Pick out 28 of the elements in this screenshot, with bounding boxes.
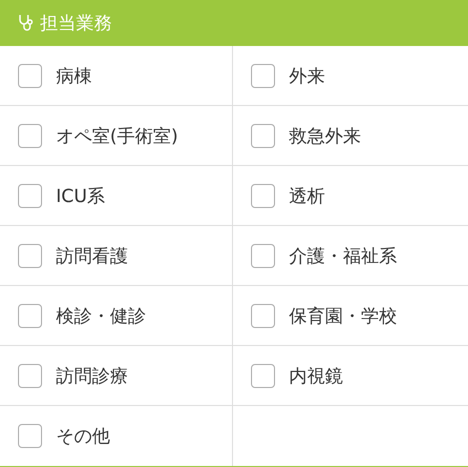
checkbox[interactable]	[251, 244, 275, 268]
checkbox[interactable]	[251, 124, 275, 148]
option-label[interactable]: オペ室(手術室)	[56, 124, 178, 148]
option-label[interactable]: 救急外来	[289, 124, 361, 148]
checkbox[interactable]	[18, 184, 42, 208]
checkbox[interactable]	[18, 304, 42, 328]
option-label[interactable]: 外来	[289, 64, 325, 88]
checkbox[interactable]	[18, 364, 42, 388]
checkbox[interactable]	[251, 184, 275, 208]
checkbox[interactable]	[18, 124, 42, 148]
panel-title: 担当業務	[40, 12, 112, 35]
checkbox[interactable]	[251, 364, 275, 388]
checkbox[interactable]	[18, 424, 42, 448]
checkbox[interactable]	[18, 64, 42, 88]
option-label[interactable]: 訪問診療	[56, 364, 128, 388]
option-label[interactable]: 保育園・学校	[289, 304, 397, 328]
option-label[interactable]: 訪問看護	[56, 244, 128, 268]
checkbox[interactable]	[251, 64, 275, 88]
option-label[interactable]: 内視鏡	[289, 364, 343, 388]
checkbox[interactable]	[251, 304, 275, 328]
option-label[interactable]: 検診・健診	[56, 304, 146, 328]
checkbox[interactable]	[18, 244, 42, 268]
option-label[interactable]: 透析	[289, 184, 325, 208]
stethoscope-icon	[18, 14, 34, 32]
option-label[interactable]: ICU系	[56, 184, 106, 208]
option-label[interactable]: 介護・福祉系	[289, 244, 397, 268]
option-label[interactable]: 病棟	[56, 64, 92, 88]
option-label[interactable]: その他	[56, 424, 110, 448]
